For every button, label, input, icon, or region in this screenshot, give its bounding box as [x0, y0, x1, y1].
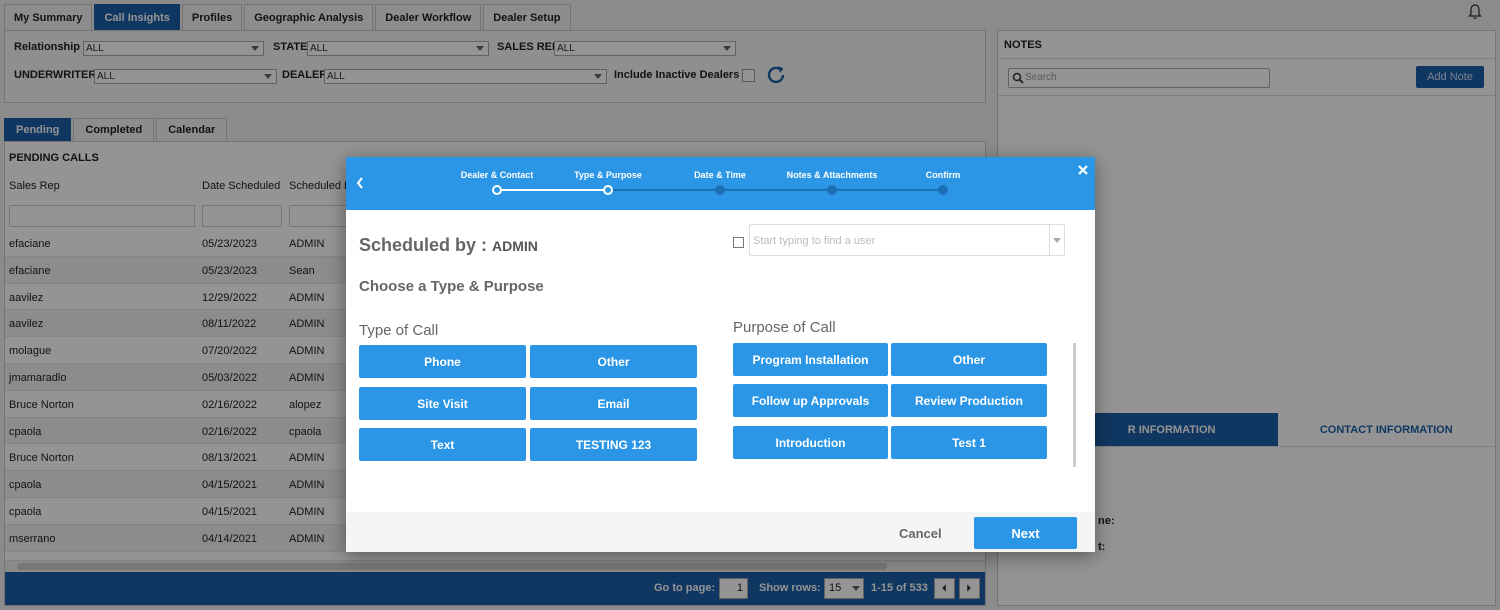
step-notes-attachments[interactable]: Notes & Attachments: [772, 157, 892, 210]
schedule-call-modal: Dealer & Contact Type & Purpose Date & T…: [346, 157, 1095, 552]
type-testing-button[interactable]: TESTING 123: [530, 428, 697, 461]
type-of-call-title: Type of Call: [359, 322, 439, 339]
step-confirm[interactable]: Confirm: [883, 157, 1003, 210]
purpose-program-installation-button[interactable]: Program Installation: [733, 343, 888, 376]
type-phone-button[interactable]: Phone: [359, 345, 526, 378]
step-dot: [492, 185, 502, 195]
purpose-introduction-button[interactable]: Introduction: [733, 426, 888, 459]
type-other-button[interactable]: Other: [530, 345, 697, 378]
step-label: Dealer & Contact: [460, 170, 534, 180]
step-dot: [938, 185, 948, 195]
modal-footer: Cancel Next: [346, 512, 1095, 552]
purpose-of-call-title: Purpose of Call: [733, 319, 836, 336]
step-label: Notes & Attachments: [786, 170, 878, 180]
user-search-input[interactable]: Start typing to find a user: [749, 224, 1065, 256]
step-label: Confirm: [925, 170, 961, 180]
step-dot: [827, 185, 837, 195]
chevron-down-icon[interactable]: [1049, 225, 1064, 255]
type-text-button[interactable]: Text: [359, 428, 526, 461]
purpose-scrollbar[interactable]: [1073, 343, 1076, 467]
type-site-visit-button[interactable]: Site Visit: [359, 387, 526, 420]
type-email-button[interactable]: Email: [530, 387, 697, 420]
chevron-left-icon[interactable]: [355, 176, 365, 190]
cancel-button[interactable]: Cancel: [899, 526, 942, 541]
user-search-placeholder: Start typing to find a user: [753, 235, 876, 247]
next-button[interactable]: Next: [974, 517, 1077, 549]
step-dealer-contact[interactable]: Dealer & Contact: [437, 157, 557, 210]
scheduled-by-label: Scheduled by :: [359, 235, 493, 255]
step-type-purpose[interactable]: Type & Purpose: [548, 157, 668, 210]
step-label: Type & Purpose: [574, 170, 642, 180]
purpose-other-button[interactable]: Other: [891, 343, 1047, 376]
purpose-test-1-button[interactable]: Test 1: [891, 426, 1047, 459]
step-dot: [603, 185, 613, 195]
step-date-time[interactable]: Date & Time: [660, 157, 780, 210]
modal-header: Dealer & Contact Type & Purpose Date & T…: [346, 157, 1095, 210]
close-icon[interactable]: [1077, 164, 1089, 176]
step-label: Date & Time: [694, 170, 746, 180]
choose-title: Choose a Type & Purpose: [359, 278, 544, 295]
scheduled-by-user: ADMIN: [492, 238, 538, 254]
purpose-review-production-button[interactable]: Review Production: [891, 384, 1047, 417]
purpose-follow-up-approvals-button[interactable]: Follow up Approvals: [733, 384, 888, 417]
user-checkbox[interactable]: [733, 237, 744, 248]
step-dot: [715, 185, 725, 195]
scheduled-by: Scheduled by : ADMIN: [359, 235, 538, 256]
